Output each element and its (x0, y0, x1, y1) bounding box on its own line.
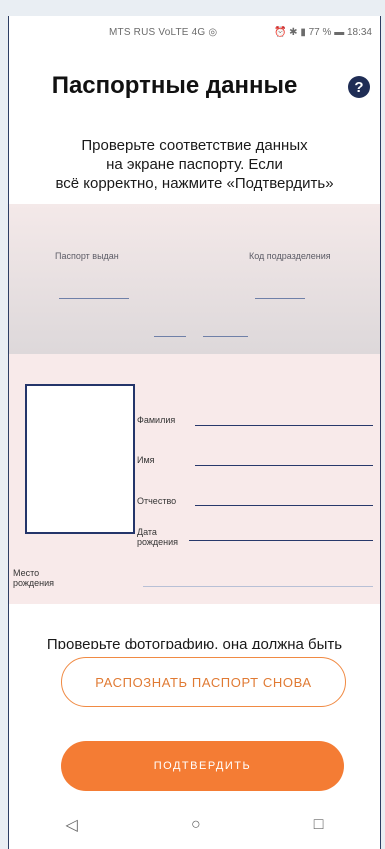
phone-screen: MTS RUS VoLTE 4G ◎ ⏰ ✱ ▮ 77 % ▬ 18:34 Па… (8, 16, 381, 849)
name-label: Имя (137, 455, 155, 465)
instructions-line-1: Проверьте соответствие данных (81, 137, 308, 154)
surname-field[interactable] (195, 425, 373, 426)
issued-by-label: Паспорт выдан (55, 251, 119, 261)
issued-by-field[interactable] (59, 298, 129, 299)
back-icon[interactable]: ◁ (66, 815, 78, 835)
confirm-button[interactable]: ПОДТВЕРДИТЬ (61, 741, 344, 791)
birth-date-field[interactable] (189, 540, 373, 541)
division-code-label: Код подразделения (249, 251, 331, 261)
birth-date-label-line1: Дата (137, 527, 157, 537)
birth-place-label-line2: рождения (13, 578, 55, 588)
passport-page-top: Паспорт выдан Код подразделения (9, 204, 380, 354)
birth-date-label: Дата рождения (137, 527, 178, 547)
surname-label: Фамилия (137, 415, 176, 425)
instructions-line-3: всё корректно, нажмите «Подтвердить» (55, 175, 334, 192)
recents-icon[interactable]: □ (314, 816, 324, 834)
birth-place-field[interactable] (143, 586, 373, 587)
instructions-line-2: на экране паспорту. Если (106, 156, 283, 173)
system-nav-bar: ◁ ○ □ (9, 802, 380, 848)
birth-date-label-line2: рождения (137, 537, 179, 547)
status-bar: MTS RUS VoLTE 4G ◎ ⏰ ✱ ▮ 77 % ▬ 18:34 (9, 16, 380, 48)
birth-place-label: Место рождения (13, 568, 54, 588)
page-title: Паспортные данные (51, 72, 298, 99)
birth-place-label-line1: Место (13, 568, 40, 578)
issue-code-field[interactable] (203, 336, 248, 337)
help-icon[interactable]: ? (348, 76, 370, 98)
header: Паспортные данные ? (9, 72, 380, 112)
photo-placeholder (25, 384, 135, 534)
home-icon[interactable]: ○ (191, 816, 201, 834)
system-icons: ⏰ ✱ ▮ 77 % ▬ 18:34 (273, 27, 372, 38)
rescan-passport-button[interactable]: РАСПОЗНАТЬ ПАСПОРТ СНОВА (61, 657, 346, 707)
division-code-field[interactable] (255, 298, 305, 299)
patronymic-label: Отчество (137, 496, 177, 506)
instructions-text: Проверьте соответствие данных на экране … (19, 136, 370, 193)
photo-hint-text: Проверьте фотографию, она должна быть (46, 636, 343, 649)
passport-page-bottom: Фамилия Имя Отчество Дата рождения Место… (9, 354, 380, 604)
patronymic-field[interactable] (195, 505, 373, 506)
carrier-info: MTS RUS VoLTE 4G ◎ (109, 27, 218, 38)
issue-date-field[interactable] (154, 336, 186, 337)
name-field[interactable] (195, 465, 373, 466)
